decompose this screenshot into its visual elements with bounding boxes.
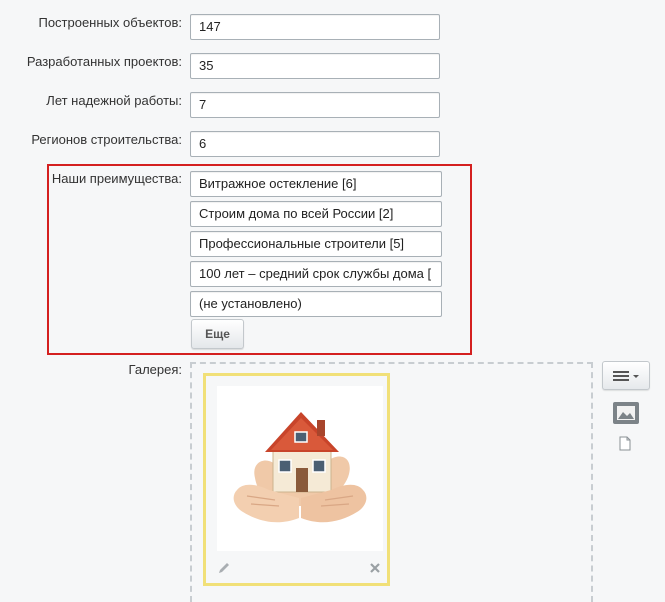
close-icon[interactable] [369,562,381,574]
file-icon[interactable] [619,436,631,451]
advantage-input-3[interactable]: Профессиональные строители [5] [190,231,442,257]
field-label-years: Лет надежной работы: [46,93,182,108]
hamburger-icon [613,371,639,381]
view-menu-button[interactable] [602,361,650,390]
projects-input[interactable]: 35 [190,53,440,79]
pencil-icon[interactable] [217,561,231,575]
built-objects-input[interactable]: 147 [190,14,440,40]
years-input[interactable]: 7 [190,92,440,118]
field-label-projects: Разработанных проектов: [26,54,182,69]
advantage-input-5[interactable]: (не установлено) [190,291,442,317]
gallery-label: Галерея: [128,362,182,377]
advantage-input-2[interactable]: Строим дома по всей России [2] [190,201,442,227]
image-icon[interactable] [612,401,640,425]
advantages-label: Наши преимущества: [51,171,182,186]
regions-input[interactable]: 6 [190,131,440,157]
field-label-built-objects: Построенных объектов: [38,15,182,30]
advantage-input-1[interactable]: Витражное остекление [6] [190,171,442,197]
house-in-hands-image [233,412,367,523]
advantage-input-4[interactable]: 100 лет – средний срок службы дома [ [190,261,442,287]
field-label-regions: Регионов строительства: [31,132,182,147]
gallery-item[interactable] [203,373,390,586]
house-image [217,386,383,551]
add-more-button[interactable]: Еще [191,319,244,349]
